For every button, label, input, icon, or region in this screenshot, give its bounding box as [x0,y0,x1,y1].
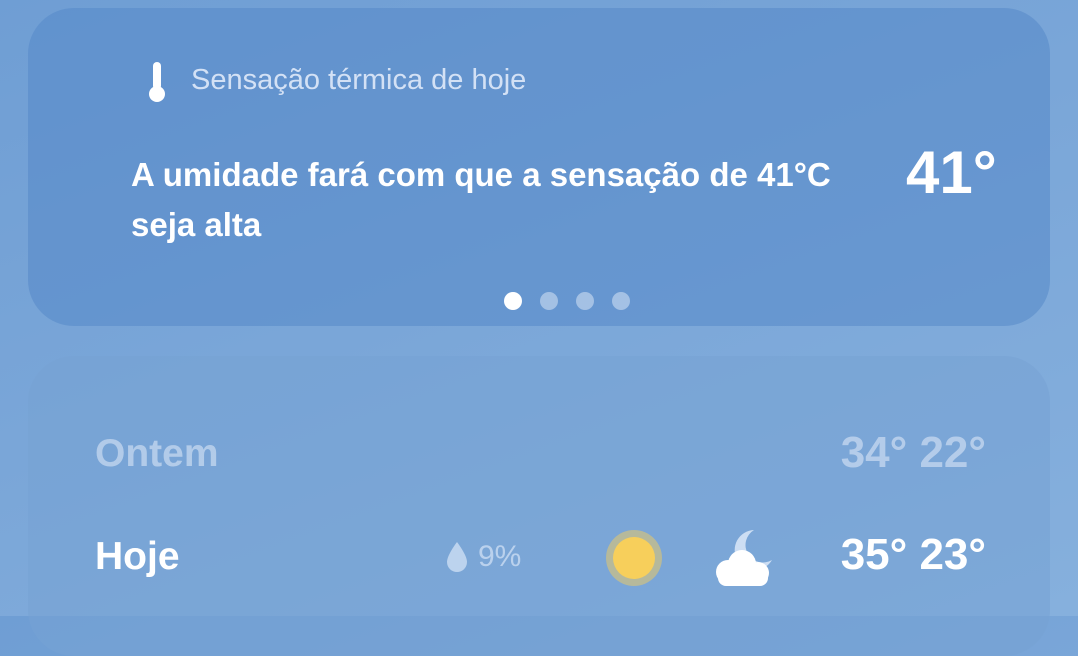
pager-dot-4[interactable] [612,292,630,310]
pager-dot-3[interactable] [576,292,594,310]
pager-dot-2[interactable] [540,292,558,310]
thermometer-icon [149,62,165,102]
feels-like-value: 41° [906,139,997,206]
precipitation-chance: 9% [478,540,522,573]
feels-like-description: A umidade fará com que a sensação de 41°… [131,156,831,243]
sun-icon [606,530,662,586]
today-temps: 35° 23° [840,530,986,579]
feels-like-label: Sensação térmica de hoje [191,64,527,96]
feels-like-card[interactable]: Sensação térmica de hoje A umidade fará … [28,8,1050,326]
pager-dot-1[interactable] [504,292,522,310]
moon-cloud-icon [716,530,772,586]
yesterday-day-label: Ontem [95,432,219,475]
daily-forecast-card [28,356,1050,656]
yesterday-temps: 34° 22° [840,428,986,477]
today-day-label: Hoje [95,535,180,578]
raindrop-icon [447,542,467,572]
